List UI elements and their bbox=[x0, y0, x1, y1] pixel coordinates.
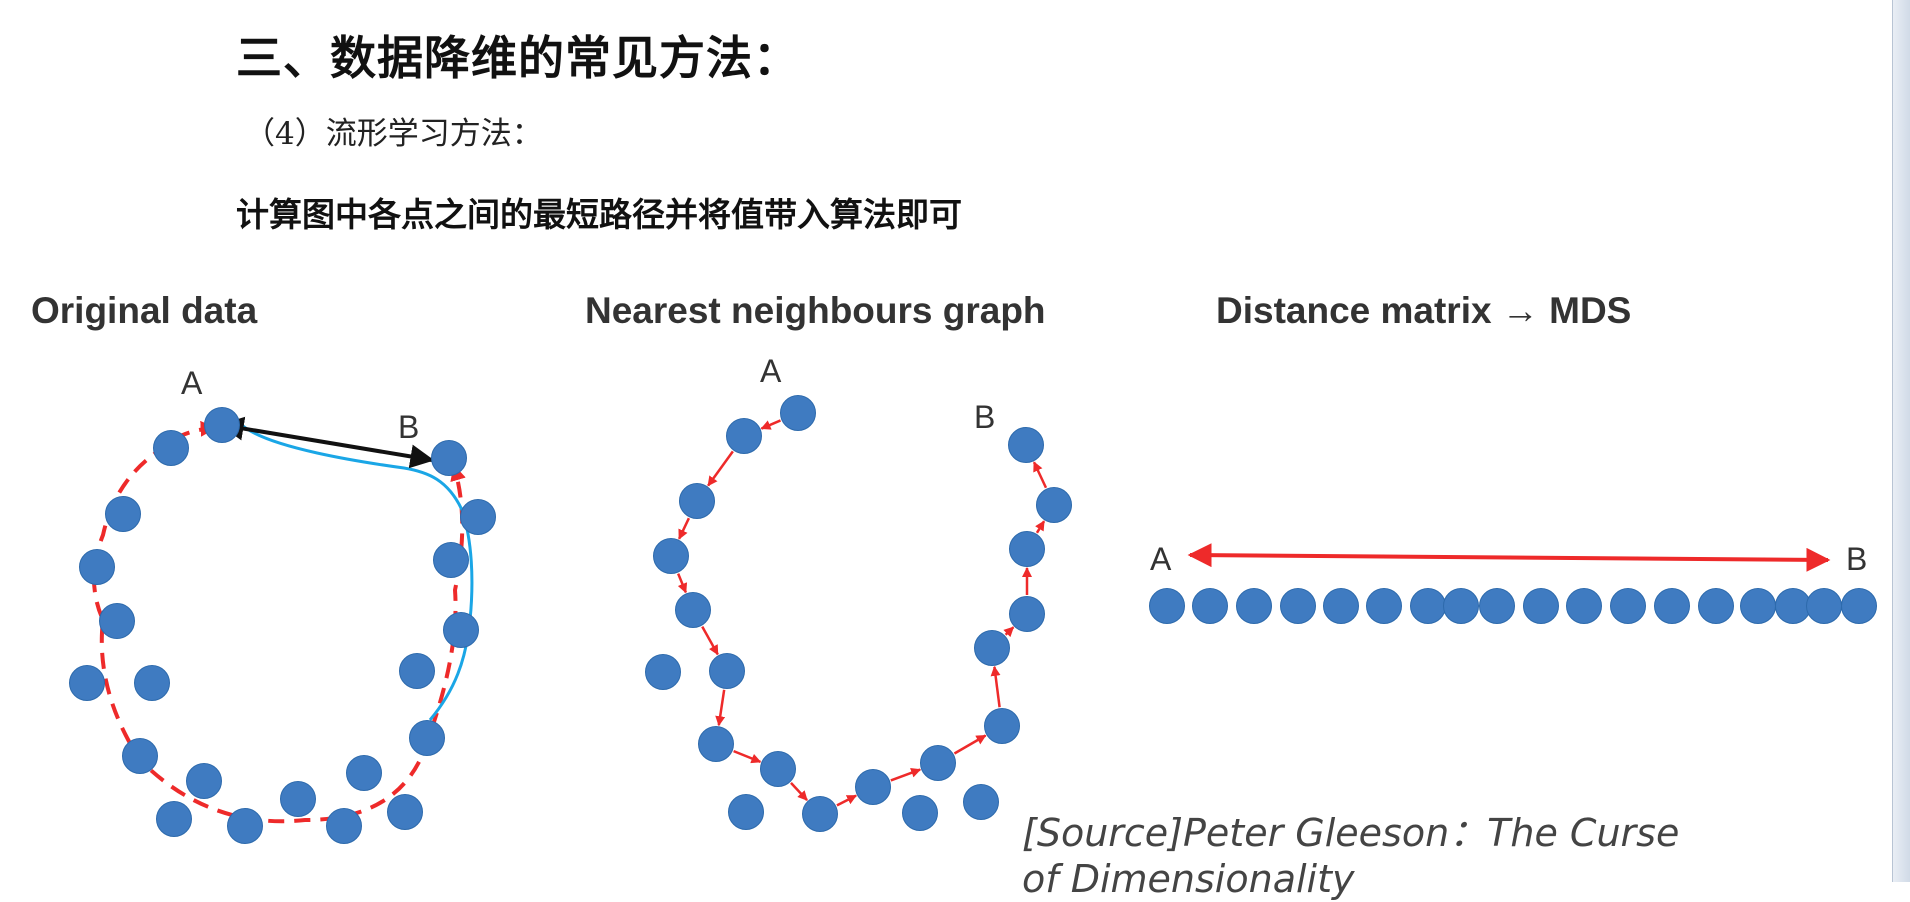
window-scroll-edge bbox=[1892, 0, 1910, 882]
neighbour-edge-arrow bbox=[953, 734, 987, 755]
mds-distance-arrow bbox=[1187, 543, 1831, 572]
neighbour-edge-arrow bbox=[715, 689, 726, 727]
neighbour-edge-arrow bbox=[1035, 520, 1046, 534]
data-point bbox=[963, 784, 999, 820]
points-mds bbox=[1149, 588, 1877, 624]
neighbour-edge-arrow bbox=[760, 419, 782, 430]
point-b bbox=[1008, 427, 1044, 463]
data-point bbox=[675, 592, 711, 628]
data-point bbox=[326, 808, 362, 844]
point-label-b: B bbox=[974, 399, 995, 435]
data-point bbox=[1009, 531, 1045, 567]
point-a bbox=[1149, 588, 1185, 624]
panel-mds: A B bbox=[1149, 541, 1877, 624]
data-point bbox=[855, 769, 891, 805]
data-point bbox=[1192, 588, 1228, 624]
data-point bbox=[280, 781, 316, 817]
data-point bbox=[709, 653, 745, 689]
data-point bbox=[802, 796, 838, 832]
data-point bbox=[387, 794, 423, 830]
data-point bbox=[1443, 588, 1479, 624]
point-label-a: A bbox=[1150, 541, 1172, 577]
neighbour-edge-arrow bbox=[990, 665, 1001, 708]
data-point bbox=[1410, 588, 1446, 624]
data-point bbox=[902, 795, 938, 831]
neighbour-edge-arrow bbox=[790, 782, 808, 801]
neighbour-edge-arrow bbox=[677, 517, 691, 540]
neighbour-edge-arrow bbox=[733, 749, 762, 764]
data-point bbox=[79, 549, 115, 585]
point-label-b: B bbox=[398, 409, 419, 445]
neighbour-edge-arrow bbox=[707, 450, 734, 487]
data-point bbox=[653, 538, 689, 574]
point-a bbox=[204, 407, 240, 443]
data-point bbox=[1523, 588, 1559, 624]
data-point bbox=[433, 542, 469, 578]
data-point bbox=[1280, 588, 1316, 624]
point-label-a: A bbox=[181, 365, 203, 401]
data-point bbox=[974, 630, 1010, 666]
data-point bbox=[728, 794, 764, 830]
data-point bbox=[105, 496, 141, 532]
data-point bbox=[984, 708, 1020, 744]
point-b bbox=[1841, 588, 1877, 624]
data-point bbox=[645, 654, 681, 690]
point-label-b: B bbox=[1846, 541, 1867, 577]
data-point bbox=[1806, 588, 1842, 624]
data-point bbox=[1036, 487, 1072, 523]
slide: 三、数据降维的常见方法： （4）流形学习方法： 计算图中各点之间的最短路径并将值… bbox=[0, 0, 1910, 901]
point-label-a: A bbox=[760, 353, 782, 389]
data-point bbox=[156, 801, 192, 837]
data-point bbox=[726, 418, 762, 454]
data-point bbox=[409, 720, 445, 756]
data-point bbox=[1566, 588, 1602, 624]
data-point bbox=[346, 755, 382, 791]
data-point bbox=[1009, 596, 1045, 632]
data-point bbox=[399, 653, 435, 689]
point-b bbox=[431, 440, 467, 476]
point-a bbox=[780, 395, 816, 431]
panel-original-data: A B bbox=[69, 365, 496, 844]
data-point bbox=[679, 483, 715, 519]
points-original bbox=[69, 407, 496, 844]
data-point bbox=[760, 751, 796, 787]
neighbour-edge-arrow bbox=[701, 625, 719, 656]
neighbour-edge-arrow bbox=[1032, 461, 1048, 489]
data-point bbox=[1610, 588, 1646, 624]
neighbour-edge-arrow bbox=[836, 794, 857, 807]
neighbour-edge-arrow bbox=[890, 768, 922, 782]
data-point bbox=[122, 738, 158, 774]
data-point bbox=[1775, 588, 1811, 624]
data-point bbox=[1479, 588, 1515, 624]
data-point bbox=[1740, 588, 1776, 624]
data-point bbox=[186, 763, 222, 799]
source-citation: [Source]Peter Gleeson：The Curse of Dimen… bbox=[1022, 811, 1680, 901]
data-point bbox=[134, 665, 170, 701]
data-point bbox=[920, 745, 956, 781]
data-point bbox=[153, 430, 189, 466]
data-point bbox=[460, 499, 496, 535]
neighbour-edge-arrow bbox=[677, 573, 688, 594]
data-point bbox=[443, 612, 479, 648]
neighbour-edge-arrow bbox=[1003, 626, 1015, 638]
data-point bbox=[1698, 588, 1734, 624]
data-point bbox=[1323, 588, 1359, 624]
panel-neighbours-graph: A B bbox=[645, 353, 1072, 832]
data-point bbox=[69, 665, 105, 701]
data-point bbox=[698, 726, 734, 762]
data-point bbox=[99, 603, 135, 639]
manifold-learning-figure: A B A B A B bbox=[69, 353, 1877, 844]
points-graph bbox=[645, 395, 1072, 832]
data-point bbox=[1654, 588, 1690, 624]
data-point bbox=[227, 808, 263, 844]
data-point bbox=[1366, 588, 1402, 624]
data-point bbox=[1236, 588, 1272, 624]
